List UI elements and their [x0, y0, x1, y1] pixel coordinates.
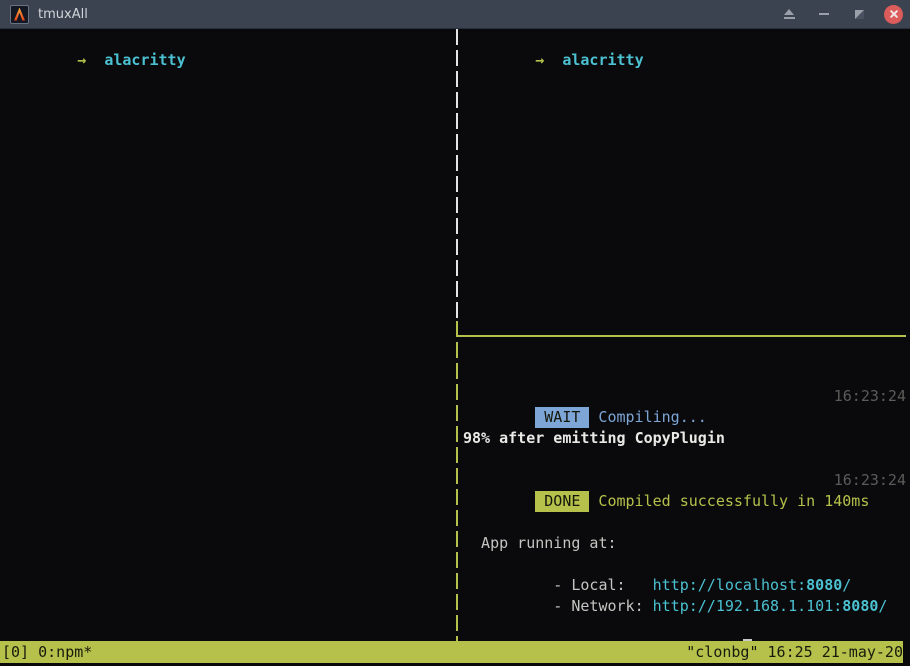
tmux-session-window[interactable]: [0] 0:npm* — [2, 641, 92, 663]
alacritty-logo-icon — [10, 5, 29, 24]
prompt-command: alacritty — [104, 51, 185, 69]
empty-line — [463, 491, 906, 512]
terminal-area: → alacritty → alacritty WAITCompiling... 1… — [0, 29, 910, 641]
minimize-button[interactable] — [814, 4, 834, 24]
close-button[interactable] — [884, 5, 903, 24]
alacritty-logo-triangle — [14, 8, 25, 21]
window-controls — [779, 4, 903, 24]
network-url-line: - Network:http://192.168.1.101:8080/ — [463, 575, 906, 596]
app-running-header: App running at: — [463, 533, 906, 554]
command-input-line[interactable]: tmux-sacale-mas-partido — [463, 617, 906, 638]
log-line-wait: WAITCompiling... 16:23:24 — [463, 386, 906, 407]
progress-line: 98% after emitting CopyPlugin — [463, 428, 906, 449]
shell-prompt-line: →alacritty — [5, 29, 454, 50]
window-title: tmuxAll — [38, 7, 88, 22]
empty-line — [463, 512, 906, 533]
eject-icon — [784, 9, 794, 15]
tmux-hostname-clock: "clonbg" 16:25 21-may-20 — [686, 641, 903, 663]
pane-top-right[interactable]: →alacritty — [463, 29, 906, 50]
pane-border-vertical-inactive[interactable] — [456, 29, 458, 321]
maximize-icon — [855, 10, 864, 19]
minimize-icon — [819, 13, 829, 15]
alacritty-window: tmuxAll → alacritty — [0, 0, 910, 666]
empty-line — [463, 407, 906, 428]
empty-line — [463, 449, 906, 470]
titlebar[interactable]: tmuxAll — [0, 0, 910, 29]
pane-border-horizontal-active[interactable] — [456, 335, 906, 337]
tmux-status-bar: [0] 0:npm* "clonbg" 16:25 21-may-20 — [0, 641, 910, 663]
maximize-button[interactable] — [849, 4, 869, 24]
pane-left[interactable]: → alacritty — [0, 29, 454, 641]
done-timestamp: 16:23:24 — [834, 470, 906, 491]
empty-line — [463, 344, 906, 365]
shade-button[interactable] — [779, 4, 799, 24]
prompt-arrow-icon: → — [535, 51, 544, 69]
shell-prompt-line: →alacritty — [463, 29, 906, 50]
pane-border-vertical-active[interactable] — [456, 321, 458, 641]
empty-line — [463, 596, 906, 617]
pane-bottom-right[interactable]: WAITCompiling... 16:23:24 98% after emit… — [463, 344, 906, 638]
wait-timestamp: 16:23:24 — [834, 386, 906, 407]
local-url-line: - Local:http://localhost:8080/ — [463, 554, 906, 575]
prompt-arrow-icon: → — [77, 51, 86, 69]
status-bar-end-cell — [903, 641, 910, 663]
log-line-done: DONECompiled successfully in 140ms 16:23… — [463, 470, 906, 491]
eject-icon-bar — [784, 17, 795, 19]
prompt-command: alacritty — [562, 51, 643, 69]
empty-line — [463, 365, 906, 386]
